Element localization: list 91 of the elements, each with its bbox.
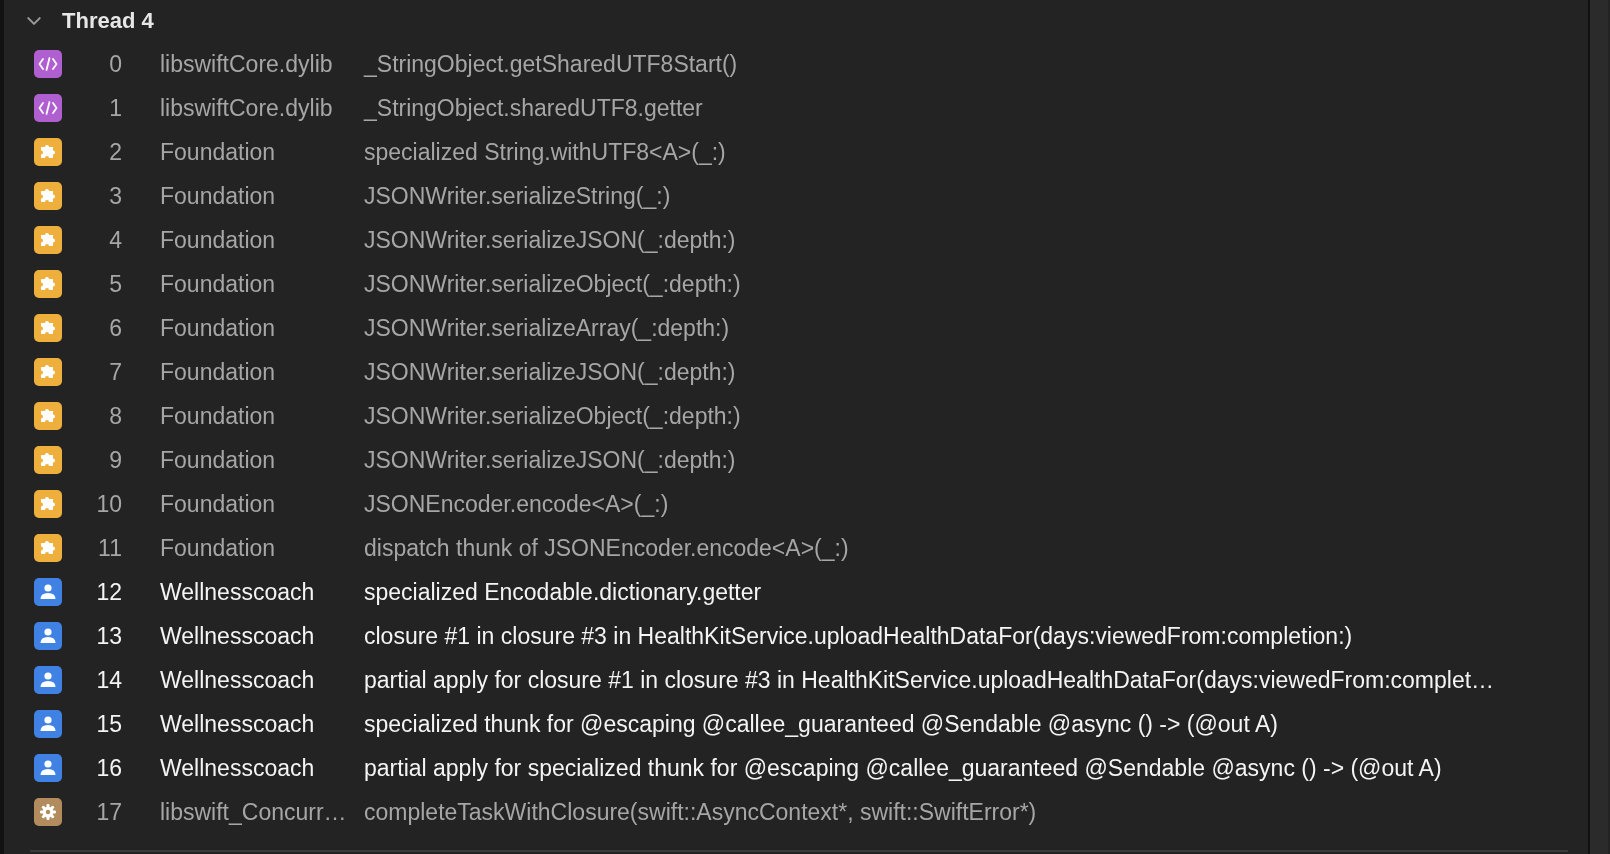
function-symbol: JSONWriter.serializeJSON(_:depth:) xyxy=(364,446,736,474)
function-symbol: _StringObject.getSharedUTF8Start() xyxy=(364,50,738,78)
puzzle-piece-icon xyxy=(34,490,62,518)
stack-frame-row[interactable]: 16 Wellnesscoach partial apply for specialized thunk for @escaping @callee_guaranteed @Sendable @async () -> (@out A) xyxy=(4,746,1588,790)
frame-number: 11 xyxy=(97,534,122,562)
stack-frame-row[interactable]: 4 Foundation JSONWriter.serializeJSON(_:depth:) xyxy=(4,218,1588,262)
library-name: Foundation xyxy=(160,270,277,298)
frame-number: 15 xyxy=(95,710,122,738)
frame-number: 3 xyxy=(108,182,122,210)
stack-frame-row[interactable]: 2 Foundation specialized String.withUTF8<A>(_:) xyxy=(4,130,1588,174)
function-symbol: JSONWriter.serializeArray(_:depth:) xyxy=(364,314,730,342)
stack-frame-row[interactable]: 11 Foundation dispatch thunk of JSONEncoder.encode<A>(_:) xyxy=(4,526,1588,570)
person-icon xyxy=(34,578,62,606)
puzzle-piece-icon xyxy=(34,534,62,562)
stack-frame-row[interactable]: 10 Foundation JSONEncoder.encode<A>(_:) xyxy=(4,482,1588,526)
library-name: Wellnesscoach xyxy=(160,622,316,650)
puzzle-piece-icon xyxy=(34,402,62,430)
library-name: Foundation xyxy=(160,226,277,254)
stack-frame-row[interactable]: 7 Foundation JSONWriter.serializeJSON(_:depth:) xyxy=(4,350,1588,394)
puzzle-piece-icon xyxy=(34,358,62,386)
puzzle-piece-icon xyxy=(34,138,62,166)
frame-number: 13 xyxy=(95,622,122,650)
frame-number: 2 xyxy=(108,138,122,166)
code-brackets-icon xyxy=(34,50,62,78)
frame-number: 14 xyxy=(95,666,122,694)
person-icon xyxy=(34,710,62,738)
frame-number: 0 xyxy=(108,50,122,78)
frame-number: 4 xyxy=(108,226,122,254)
stack-frame-row[interactable]: 13 Wellnesscoach closure #1 in closure #3 in HealthKitService.uploadHealthDataFor(days:viewedFrom:completion:) xyxy=(4,614,1588,658)
thread-title: Thread 4 xyxy=(62,8,154,34)
frame-number: 8 xyxy=(108,402,122,430)
function-symbol: JSONWriter.serializeString(_:) xyxy=(364,182,671,210)
stack-frame-row[interactable]: 12 Wellnesscoach specialized Encodable.dictionary.getter xyxy=(4,570,1588,614)
person-icon xyxy=(34,666,62,694)
gear-icon xyxy=(34,798,62,826)
library-name: libswiftCore.dylib xyxy=(160,94,334,122)
stack-frame-row[interactable]: 6 Foundation JSONWriter.serializeArray(_:depth:) xyxy=(4,306,1588,350)
function-symbol: specialized Encodable.dictionary.getter xyxy=(364,578,762,606)
puzzle-piece-icon xyxy=(34,446,62,474)
library-name: Foundation xyxy=(160,534,277,562)
library-name: libswift_Concurr… xyxy=(160,798,348,826)
library-name: Foundation xyxy=(160,138,277,166)
function-symbol: specialized thunk for @escaping @callee_guaranteed @Sendable @async () -> (@out A) xyxy=(364,710,1278,738)
frame-number: 7 xyxy=(108,358,122,386)
frame-number: 1 xyxy=(108,94,122,122)
library-name: Foundation xyxy=(160,314,277,342)
stack-frame-row[interactable]: 9 Foundation JSONWriter.serializeJSON(_:depth:) xyxy=(4,438,1588,482)
function-symbol: specialized String.withUTF8<A>(_:) xyxy=(364,138,726,166)
function-symbol: JSONWriter.serializeJSON(_:depth:) xyxy=(364,358,736,386)
library-name: Foundation xyxy=(160,490,277,518)
library-name: Foundation xyxy=(160,402,277,430)
library-name: Foundation xyxy=(160,358,277,386)
frame-number: 5 xyxy=(108,270,122,298)
library-name: Wellnesscoach xyxy=(160,710,316,738)
function-symbol: JSONWriter.serializeObject(_:depth:) xyxy=(364,402,741,430)
puzzle-piece-icon xyxy=(34,182,62,210)
puzzle-piece-icon xyxy=(34,226,62,254)
library-name: Wellnesscoach xyxy=(160,666,316,694)
function-symbol: partial apply for closure #1 in closure #3 in HealthKitService.uploadHealthDataFor(days:viewedFrom:complet… xyxy=(364,666,1495,694)
frame-number: 6 xyxy=(108,314,122,342)
person-icon xyxy=(34,754,62,782)
frame-number: 9 xyxy=(108,446,122,474)
function-symbol: JSONWriter.serializeObject(_:depth:) xyxy=(364,270,741,298)
library-name: Foundation xyxy=(160,446,277,474)
stack-frame-row[interactable]: 15 Wellnesscoach specialized thunk for @escaping @callee_guaranteed @Sendable @async () -> (@out A) xyxy=(4,702,1588,746)
library-name: Foundation xyxy=(160,182,277,210)
stack-frame-row[interactable]: 14 Wellnesscoach partial apply for closure #1 in closure #3 in HealthKitService.uploadHealthDataFor(days:viewedFrom:complet… xyxy=(4,658,1588,702)
puzzle-piece-icon xyxy=(34,314,62,342)
library-name: Wellnesscoach xyxy=(160,578,316,606)
stack-frame-row[interactable]: 0 libswiftCore.dylib _StringObject.getSharedUTF8Start() xyxy=(4,42,1588,86)
function-symbol: closure #1 in closure #3 in HealthKitService.uploadHealthDataFor(days:viewedFrom:completion:) xyxy=(364,622,1353,650)
puzzle-piece-icon xyxy=(34,270,62,298)
frame-number: 16 xyxy=(95,754,122,782)
stack-frame-row[interactable]: 8 Foundation JSONWriter.serializeObject(_:depth:) xyxy=(4,394,1588,438)
frame-number: 17 xyxy=(95,798,122,826)
frame-number: 12 xyxy=(95,578,122,606)
person-icon xyxy=(34,622,62,650)
library-name: Wellnesscoach xyxy=(160,754,316,782)
function-symbol: partial apply for specialized thunk for @escaping @callee_guaranteed @Sendable @async () -> (@out A) xyxy=(364,754,1442,782)
function-symbol: JSONWriter.serializeJSON(_:depth:) xyxy=(364,226,736,254)
stack-frame-row[interactable]: 3 Foundation JSONWriter.serializeString(_:) xyxy=(4,174,1588,218)
function-symbol: dispatch thunk of JSONEncoder.encode<A>(_:) xyxy=(364,534,849,562)
code-brackets-icon xyxy=(34,94,62,122)
frame-number: 10 xyxy=(95,490,122,518)
stack-frame-row[interactable]: 1 libswiftCore.dylib _StringObject.sharedUTF8.getter xyxy=(4,86,1588,130)
stack-frame-row[interactable]: 17 libswift_Concurr… completeTaskWithClosure(swift::AsyncContext*, swift::SwiftError*) xyxy=(4,790,1588,834)
stack-frame-row[interactable]: 5 Foundation JSONWriter.serializeObject(_:depth:) xyxy=(4,262,1588,306)
function-symbol: completeTaskWithClosure(swift::AsyncContext*, swift::SwiftError*) xyxy=(364,798,1037,826)
library-name: libswiftCore.dylib xyxy=(160,50,334,78)
function-symbol: JSONEncoder.encode<A>(_:) xyxy=(364,490,669,518)
function-symbol: _StringObject.sharedUTF8.getter xyxy=(364,94,703,122)
